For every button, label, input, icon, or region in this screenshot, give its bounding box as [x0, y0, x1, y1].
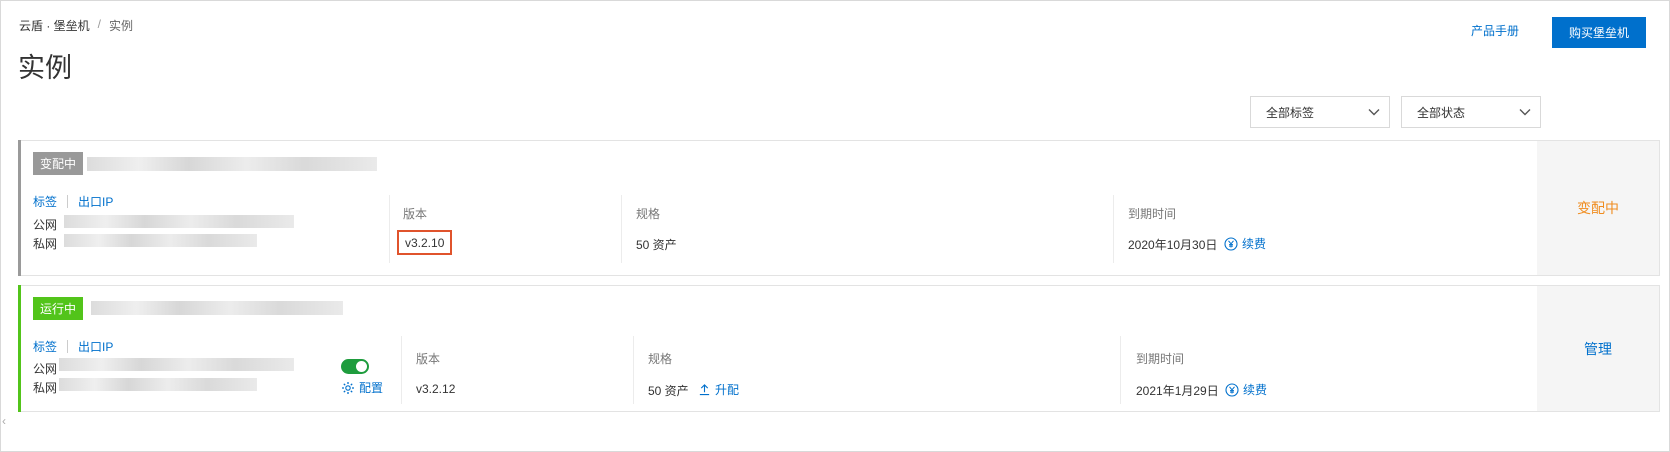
column-divider: [389, 195, 390, 263]
collapse-arrow-icon[interactable]: ‹: [2, 414, 6, 428]
gear-icon: [342, 381, 354, 394]
upgrade-button[interactable]: 升配: [698, 381, 739, 398]
private-ip-redacted: [64, 234, 257, 247]
expire-label: 到期时间: [1128, 207, 1177, 221]
public-ip-label: 公网: [33, 218, 58, 232]
upload-arrow-icon: [699, 384, 710, 396]
public-ip-redacted: [64, 215, 294, 228]
status-bar: [18, 285, 21, 412]
private-ip-label: 私网: [33, 237, 58, 251]
buy-bastion-button[interactable]: 购买堡垒机: [1552, 17, 1646, 48]
status-filter-select[interactable]: 全部状态: [1401, 96, 1541, 128]
config-label: 配置: [359, 381, 384, 395]
instance-card: 运行中 标签 出口IP 公网 私网 配置 版本 v3.2.12 规格 50 资产…: [18, 285, 1660, 412]
manage-button[interactable]: 管理: [1584, 339, 1612, 359]
version-label: 版本: [416, 352, 441, 366]
spec-value: 50 资产: [636, 238, 677, 252]
renew-button[interactable]: 续费: [1225, 381, 1267, 398]
tag-filter-select[interactable]: 全部标签: [1250, 96, 1390, 128]
instance-card: 变配中 标签 出口IP 公网 私网 版本 v3.2.10 规格 50 资产 到期…: [18, 140, 1660, 276]
expire-label: 到期时间: [1136, 352, 1185, 366]
chevron-down-icon: [1368, 109, 1380, 116]
tag-link[interactable]: 标签: [33, 338, 57, 355]
instance-links: 标签 出口IP: [33, 338, 113, 355]
breadcrumb-current: 实例: [109, 19, 134, 33]
renew-label: 续费: [1243, 383, 1268, 397]
renew-label: 续费: [1242, 237, 1267, 251]
column-divider: [1113, 195, 1114, 263]
egress-ip-link[interactable]: 出口IP: [78, 338, 113, 355]
toggle-knob: [356, 361, 367, 372]
yuan-circle-icon: [1225, 382, 1239, 397]
product-manual-link[interactable]: 产品手册: [1471, 22, 1519, 39]
action-panel: 管理: [1537, 286, 1659, 411]
yuan-circle-icon: [1224, 236, 1238, 251]
upgrade-label: 升配: [715, 383, 740, 397]
spec-value: 50 资产: [648, 384, 689, 398]
tag-filter-value: 全部标签: [1266, 105, 1315, 120]
column-divider: [401, 336, 402, 404]
page-title: 实例: [18, 53, 72, 83]
status-bar: [18, 140, 21, 276]
spec-label: 规格: [636, 207, 661, 221]
action-panel: 变配中: [1537, 141, 1659, 275]
config-button[interactable]: 配置: [341, 379, 383, 396]
chevron-down-icon: [1519, 109, 1531, 116]
version-value: v3.2.12: [416, 382, 456, 396]
public-access-toggle[interactable]: [341, 359, 369, 374]
column-divider: [633, 336, 634, 404]
breadcrumb-root[interactable]: 云盾 · 堡垒机: [19, 17, 90, 34]
renew-button[interactable]: 续费: [1224, 235, 1266, 252]
instance-name-redacted: [87, 157, 377, 171]
breadcrumb: 云盾 · 堡垒机 / 实例: [19, 17, 133, 34]
status-badge: 变配中: [33, 152, 84, 175]
tag-link[interactable]: 标签: [33, 193, 57, 210]
spec-label: 规格: [648, 352, 673, 366]
private-ip-label: 私网: [33, 381, 58, 395]
status-filter-value: 全部状态: [1417, 105, 1466, 120]
instance-links: 标签 出口IP: [33, 193, 113, 210]
action-status-text: 变配中: [1577, 200, 1619, 216]
expire-value: 2020年10月30日: [1128, 238, 1218, 252]
link-divider: [67, 340, 69, 353]
public-ip-label: 公网: [33, 362, 58, 376]
link-divider: [67, 195, 69, 208]
public-ip-redacted: [59, 358, 294, 371]
column-divider: [621, 195, 622, 263]
version-value: v3.2.10: [405, 236, 445, 250]
private-ip-redacted: [59, 378, 257, 391]
column-divider: [1120, 336, 1121, 404]
expire-value: 2021年1月29日: [1136, 384, 1219, 398]
version-highlight: v3.2.10: [397, 230, 453, 255]
instance-name-redacted: [91, 301, 343, 315]
egress-ip-link[interactable]: 出口IP: [78, 193, 113, 210]
status-badge: 运行中: [33, 297, 84, 320]
breadcrumb-separator: /: [97, 17, 102, 31]
version-label: 版本: [403, 207, 428, 221]
